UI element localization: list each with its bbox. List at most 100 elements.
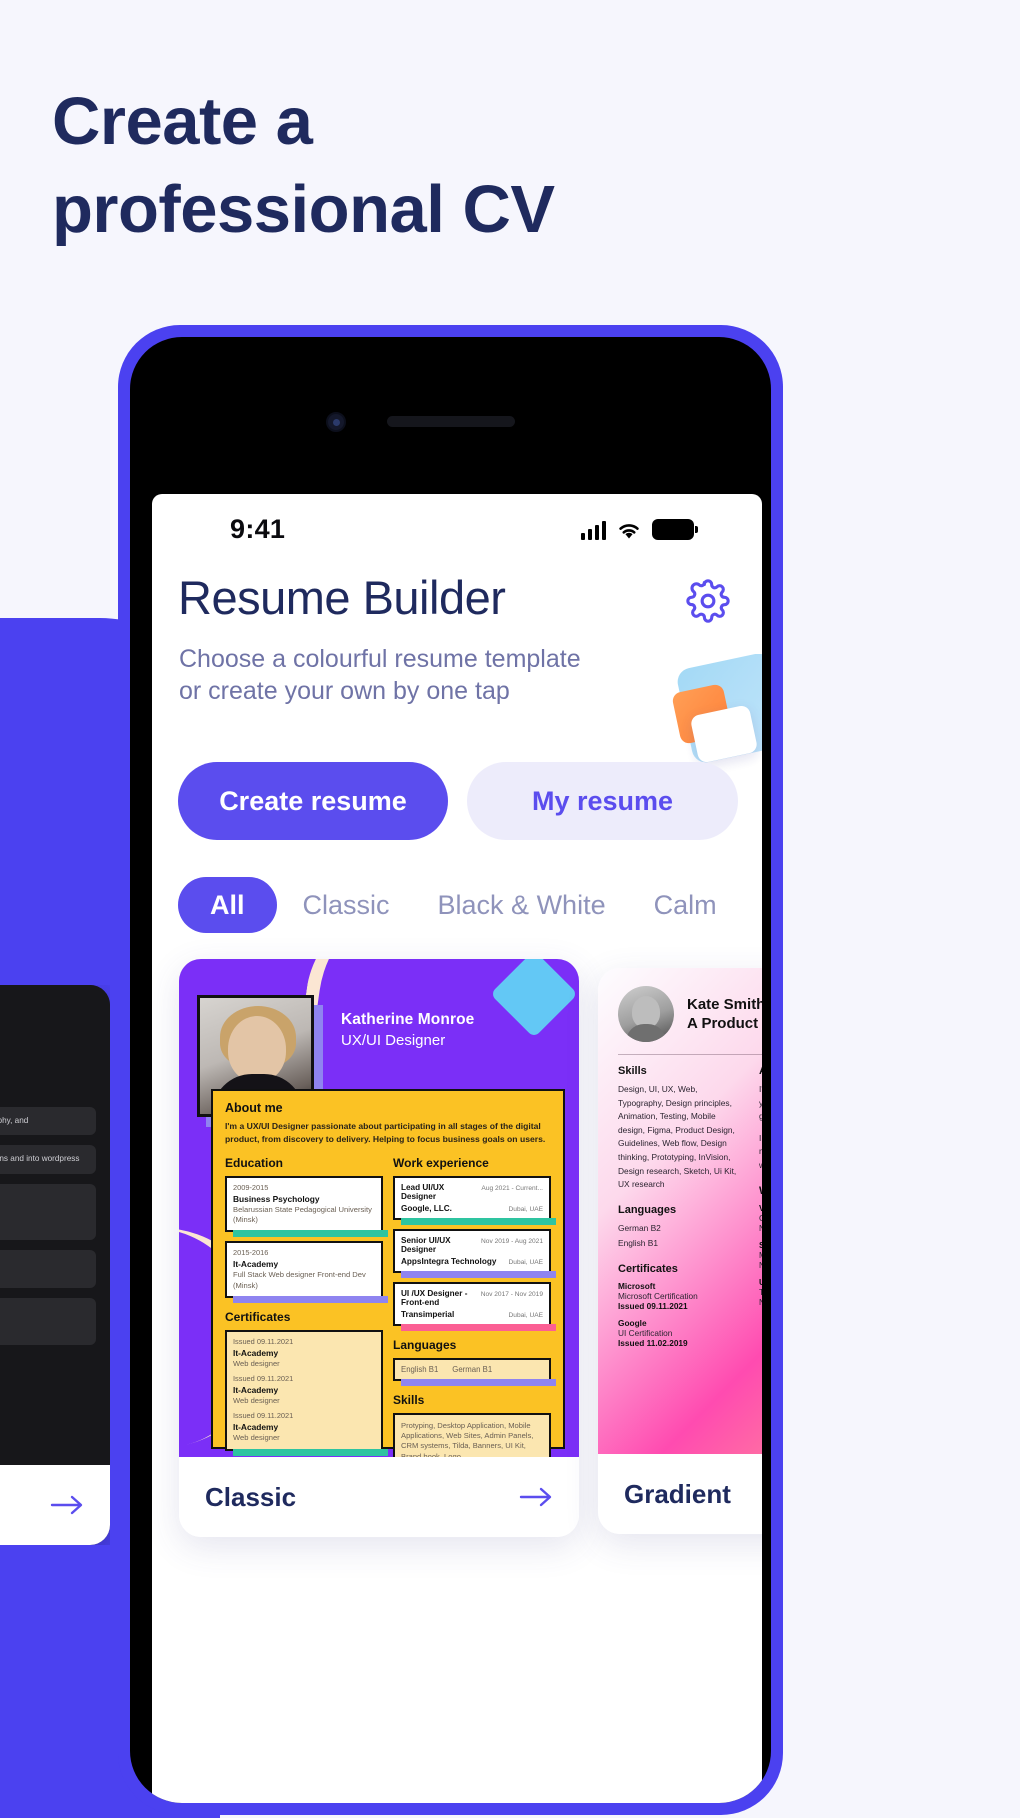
work-location: Dubai, UAE — [508, 1258, 543, 1266]
earpiece-speaker — [387, 416, 515, 427]
headline-line-1: Create a — [52, 84, 313, 159]
language-item: English B1 — [401, 1364, 439, 1374]
dark-template-preview[interactable]: xperience and graphy, and s the field of… — [0, 985, 110, 1545]
gradient-skills-title: Skills — [618, 1065, 647, 1077]
dark-block-title: gn — [0, 1306, 88, 1316]
certificate-org: Microsoft — [618, 1281, 656, 1292]
certificate-item: Microsoft Microsoft Certification Issued… — [618, 1281, 743, 1311]
education-item: 2015-2016 It-Academy Full Stack Web desi… — [225, 1241, 388, 1303]
arrow-right-icon[interactable] — [519, 1486, 553, 1508]
tab-classic[interactable]: Classic — [281, 877, 412, 933]
template-card-gradient[interactable]: Kate Smith A Product Designer Skills Des… — [598, 968, 762, 1534]
work-item: VP of Design Google, LLC. New York, 2019… — [759, 1203, 762, 1233]
work-item: UX Researcher Twitter, Inc. New York, 20… — [759, 1277, 762, 1307]
wifi-icon — [616, 521, 642, 540]
cta-button-row: Create resume My resume — [178, 762, 738, 840]
gradient-card-label: Gradient — [624, 1478, 731, 1509]
category-tabs: All Classic Black & White Calm Col — [178, 877, 762, 933]
classic-education-title: Education — [225, 1155, 284, 1170]
dark-block: s the field of lications and into wordpr… — [0, 1145, 96, 1174]
gradient-middle-column: About me I'm a ui/ux Designer with over … — [759, 1065, 762, 1355]
work-item: Lead UI/UX Designer Aug 2021 - Current...… — [393, 1175, 556, 1225]
tab-calm[interactable]: Calm — [632, 877, 739, 933]
divider — [618, 1054, 762, 1055]
gradient-left-column: Skills Design, UI, UX, Web, Typography, … — [618, 1065, 743, 1355]
gear-icon[interactable] — [686, 579, 730, 623]
skills-text: Protyping, Desktop Application, Mobile A… — [401, 1420, 534, 1457]
language-item: English B1 — [618, 1238, 659, 1249]
decorative-illustration — [632, 654, 762, 774]
education-sub: Belarussian State Pedagogical University… — [233, 1204, 372, 1225]
classic-person-block: Katherine Monroe UX/UI Designer — [341, 1011, 474, 1049]
dark-template-art: xperience and graphy, and s the field of… — [0, 985, 110, 1465]
gradient-person-block: Kate Smith A Product Designer — [618, 986, 762, 1042]
app-title: Resume Builder — [178, 571, 506, 624]
skills-box: Protyping, Desktop Application, Mobile A… — [393, 1412, 551, 1457]
certificate-sub: Web designer — [233, 1433, 280, 1443]
template-card-classic[interactable]: Katherine Monroe UX/UI Designer About me… — [179, 959, 579, 1537]
gradient-about-title: About me — [759, 1065, 762, 1077]
work-date: Aug 2021 - Current... — [481, 1184, 543, 1192]
work-item: UI /UX Designer - Front-end Nov 2017 - No… — [393, 1281, 556, 1331]
certificate-date: Issued 09.11.2021 — [233, 1374, 294, 1384]
dark-block: xperience and graphy, and — [0, 1107, 96, 1136]
dark-block-title: n — [0, 1192, 88, 1202]
dark-block-meta: 2017 — 2020 — [0, 1223, 88, 1232]
language-item: German B1 — [452, 1364, 493, 1374]
gradient-about-p2: I have expertise that is already an i ma… — [759, 1132, 762, 1170]
arrow-right-icon[interactable] — [50, 1494, 84, 1516]
work-company: Meta, Inc. — [759, 1250, 762, 1260]
education-date: 2009-2015 — [233, 1182, 269, 1192]
education-title: It-Academy — [233, 1259, 279, 1270]
subtitle-line-2: or create your own by one tap — [179, 676, 510, 705]
my-resume-button[interactable]: My resume — [467, 762, 738, 840]
gradient-card-footer: Gradient — [598, 1454, 762, 1534]
gradient-languages-title: Languages — [618, 1203, 677, 1216]
certificate-title: It-Academy — [233, 1385, 279, 1396]
work-role: UI /UX Designer - Front-end — [401, 1288, 468, 1307]
work-date: Nov 2017 - Nov 2019 — [480, 1290, 543, 1298]
education-sub: Full Stack Web designer Front-end Dev (M… — [233, 1270, 366, 1290]
certificate-name: Microsoft Certification — [618, 1291, 698, 1302]
certificate-name: UI Certification — [618, 1328, 673, 1339]
phone-mockup: 9:41 Resume Builder Choose a colourful r… — [118, 325, 783, 1815]
work-role: Senior UI/UX Designer — [401, 1235, 451, 1254]
classic-person-role: UX/UI Designer — [341, 1032, 446, 1049]
classic-card-label: Classic — [205, 1481, 297, 1512]
classic-languages-title: Languages — [393, 1337, 457, 1352]
gradient-skills-text: Design, UI, UX, Web, Typography, Design … — [618, 1084, 737, 1190]
gradient-person-role: A Product Designer — [687, 1015, 762, 1032]
certificate-title: It-Academy — [233, 1422, 279, 1433]
dark-block-sub: University — [0, 1319, 88, 1328]
work-role: UX Researcher — [759, 1277, 762, 1287]
work-company: Google, LLC. — [401, 1203, 452, 1213]
classic-card-footer: Classic — [179, 1457, 579, 1537]
avatar — [618, 986, 674, 1042]
certificate-sub: Web designer — [233, 1396, 280, 1406]
page-title: Create a professional CV — [52, 78, 555, 255]
certificate-org: Google — [618, 1318, 647, 1329]
status-bar: 9:41 — [152, 494, 762, 556]
battery-icon — [652, 519, 698, 540]
work-company: AppsIntegra Technology — [401, 1256, 497, 1266]
certificate-date: Issued 09.11.2021 — [618, 1301, 688, 1312]
tab-colourful[interactable]: Col — [743, 877, 762, 933]
languages-box: English B1 German B1 — [393, 1357, 556, 1386]
classic-content-panel: About me I'm a UX/UI Designer passionate… — [211, 1089, 565, 1457]
classic-about-title: About me — [225, 1101, 283, 1115]
dark-template-footer — [0, 1465, 110, 1545]
gradient-template-preview: Kate Smith A Product Designer Skills Des… — [598, 968, 762, 1454]
certificate-title: It-Academy — [233, 1347, 279, 1358]
work-role: Lead UI/UX Designer — [401, 1182, 445, 1201]
dark-block: n Graphic design niversity 2017 — 2020 — [0, 1183, 96, 1240]
tab-all[interactable]: All — [178, 877, 277, 933]
phone-screen: 9:41 Resume Builder Choose a colourful r… — [152, 494, 762, 1803]
create-resume-button[interactable]: Create resume — [178, 762, 448, 840]
cellular-signal-icon — [580, 521, 606, 540]
work-location: Dubai, UAE — [508, 1311, 543, 1319]
tab-black-and-white[interactable]: Black & White — [416, 877, 628, 933]
classic-skills-title: Skills — [393, 1392, 425, 1407]
work-date: New York, 2017 - 2018 — [759, 1297, 762, 1307]
subtitle-line-1: Choose a colourful resume template — [179, 645, 581, 673]
phone-body: 9:41 Resume Builder Choose a colourful r… — [130, 337, 771, 1803]
